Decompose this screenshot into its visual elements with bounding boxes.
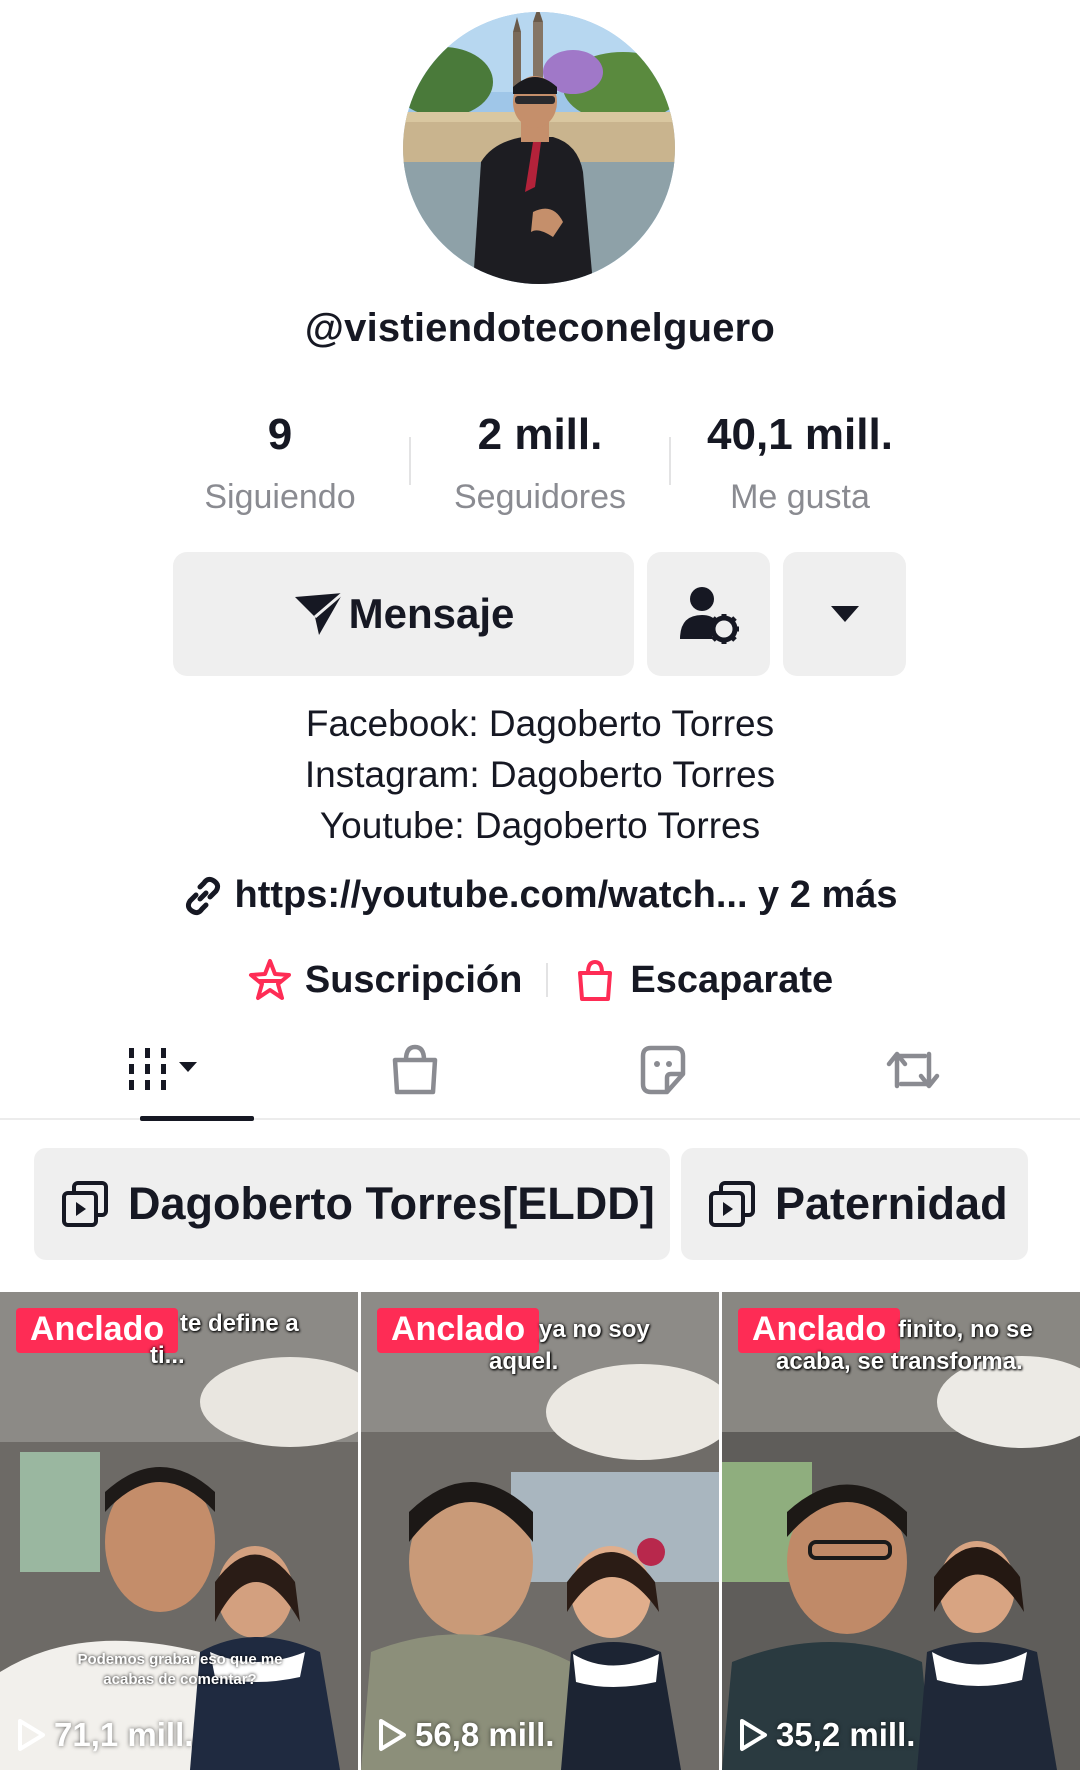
subscription-star-icon	[248, 959, 291, 1000]
video-views-count: 56,8 mill.	[415, 1716, 555, 1753]
send-icon	[294, 591, 344, 635]
video-views-count: 71,1 mill.	[54, 1716, 194, 1753]
tab-reposts[interactable]	[778, 1020, 1048, 1120]
chip-divider	[546, 963, 549, 997]
video-views-count: 35,2 mill.	[776, 1716, 916, 1753]
bio-line: Facebook: Dagoberto Torres	[305, 703, 775, 744]
showcase-label: Escaparate	[630, 958, 834, 1001]
stat-divider	[409, 437, 411, 485]
message-button-label: Mensaje	[348, 590, 515, 637]
stat-followers-label: Seguidores	[453, 478, 626, 516]
video-thumbnail[interactable]: Anclado finito, no se acaba, se transfor…	[722, 1292, 1080, 1770]
avatar-image	[403, 12, 675, 284]
stat-followers-value: 2 mill.	[477, 410, 603, 459]
stat-following-value: 9	[267, 410, 293, 459]
content-tabs	[0, 1020, 1080, 1121]
subscription-label: Suscripción	[304, 958, 523, 1001]
tab-shop[interactable]	[280, 1020, 550, 1120]
play-icon	[379, 1719, 406, 1751]
videos-grid-icon	[129, 1048, 197, 1090]
video-views: 35,2 mill.	[738, 1716, 915, 1754]
tab-stickers[interactable]	[528, 1020, 798, 1120]
stat-following-label: Siguiendo	[204, 478, 356, 516]
sticker-icon	[640, 1045, 686, 1095]
video-caption-top: finito, no se	[898, 1316, 1033, 1343]
follow-settings-button[interactable]	[647, 552, 770, 676]
video-caption-bottom: aquel.	[489, 1348, 559, 1375]
play-icon	[740, 1719, 767, 1751]
user-settings-icon	[679, 587, 739, 644]
playlist-item[interactable]: Dagoberto Torres[ELDD]	[34, 1148, 670, 1260]
video-caption-bottom: ti...	[150, 1342, 185, 1369]
video-caption-bottom: acaba, se transforma.	[776, 1348, 1023, 1375]
profile-link-text: https://youtube.com/watch... y 2 más	[234, 874, 898, 916]
bio-line: Youtube: Dagoberto Torres	[319, 805, 761, 846]
caret-down-icon	[830, 606, 859, 622]
shopping-bag-icon	[578, 959, 613, 1001]
profile-avatar[interactable]	[403, 12, 675, 284]
message-button[interactable]: Mensaje	[173, 552, 634, 676]
profile-username: @vistiendoteconelguero	[304, 306, 776, 350]
playlist-label: Dagoberto Torres[ELDD]	[128, 1178, 655, 1229]
repost-icon	[886, 1051, 940, 1089]
profile-actions: Mensaje	[0, 552, 1080, 676]
video-views: 71,1 mill.	[16, 1716, 193, 1754]
video-thumbnail[interactable]: Anclado ya no soy aquel. 56,8 mill.	[361, 1292, 719, 1770]
stat-likes[interactable]: 40,1 mill. Me gusta	[680, 405, 920, 523]
showcase-chip[interactable]: Escaparate	[572, 957, 833, 1003]
playlist-icon	[709, 1181, 755, 1227]
video-subtitle: Podemos grabar eso que me acabas de come…	[77, 1651, 283, 1688]
playlists-row: Dagoberto Torres[ELDD] Paternidad	[0, 1148, 1080, 1262]
playlist-label: Paternidad	[775, 1178, 1008, 1229]
stat-divider	[669, 437, 671, 485]
subscription-chip[interactable]: Suscripción	[247, 957, 523, 1003]
tab-videos[interactable]	[30, 1020, 300, 1121]
tab-active-indicator	[140, 1116, 254, 1121]
more-options-button[interactable]	[783, 552, 906, 676]
stat-likes-label: Me gusta	[730, 478, 870, 516]
stat-following[interactable]: 9 Siguiendo	[160, 405, 400, 523]
playlist-item[interactable]: Paternidad	[681, 1148, 1028, 1260]
profile-stats: 9 Siguiendo 2 mill. Seguidores 40,1 mill…	[0, 405, 1080, 525]
profile-link[interactable]: https://youtube.com/watch... y 2 más	[0, 874, 1080, 917]
play-icon	[18, 1719, 45, 1751]
video-grid: Anclado te define a ti... Podemos grabar…	[0, 1292, 1080, 1770]
video-thumbnail[interactable]: Anclado te define a ti... Podemos grabar…	[0, 1292, 358, 1770]
link-icon	[186, 876, 221, 915]
profile-chips: Suscripción Escaparate	[0, 950, 1080, 1010]
profile-bio: Facebook: Dagoberto Torres Instagram: Da…	[0, 698, 1080, 851]
video-caption-top: te define a	[180, 1310, 299, 1337]
playlist-icon	[62, 1181, 108, 1227]
video-views: 56,8 mill.	[377, 1716, 554, 1754]
shopping-bag-icon	[392, 1044, 438, 1095]
bio-line: Instagram: Dagoberto Torres	[304, 754, 776, 795]
stat-followers[interactable]: 2 mill. Seguidores	[420, 405, 660, 523]
stat-likes-value: 40,1 mill.	[707, 410, 893, 459]
video-caption-top: ya no soy	[539, 1316, 650, 1343]
